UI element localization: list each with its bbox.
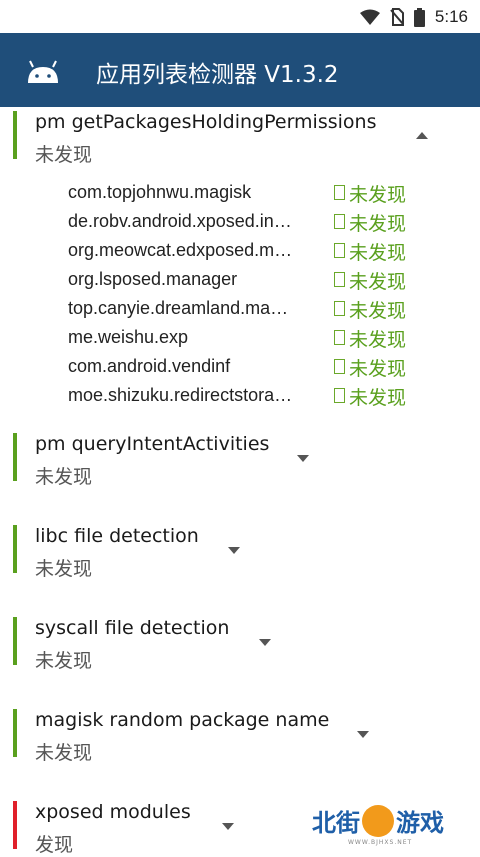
section-title: xposed modules: [35, 801, 191, 823]
section-title: pm queryIntentActivities: [35, 433, 270, 455]
package-status: 未发现: [349, 300, 407, 322]
status-indicator-bar: [13, 617, 17, 665]
missing-glyph-icon: [334, 243, 345, 258]
missing-glyph-icon: [334, 388, 345, 403]
detection-list: pm getPackagesHoldingPermissions 未发现 com…: [0, 107, 480, 856]
section-pm-query-intent[interactable]: pm queryIntentActivities 未发现: [0, 427, 480, 507]
package-row: org.lsposed.manager 未发现: [68, 269, 428, 298]
status-indicator-bar: [13, 709, 17, 757]
section-libc-file[interactable]: libc file detection 未发现: [0, 519, 480, 599]
watermark-logo: 北街 游戏 WWW.BJHXS.NET: [312, 803, 462, 851]
missing-glyph-icon: [334, 330, 345, 345]
package-name: com.android.vendinf: [68, 356, 231, 376]
watermark-emblem-icon: [362, 805, 394, 837]
section-title: magisk random package name: [35, 709, 330, 731]
package-status: 未发现: [349, 271, 407, 293]
watermark-left-text: 北街: [312, 809, 360, 837]
section-title: libc file detection: [35, 525, 199, 547]
wifi-icon: [359, 9, 380, 25]
expand-arrow-icon[interactable]: [228, 547, 240, 554]
missing-glyph-icon: [334, 272, 345, 287]
status-indicator-bar: [13, 111, 17, 159]
package-name: de.robv.android.xposed.in…: [68, 211, 292, 231]
expand-arrow-icon[interactable]: [222, 823, 234, 830]
package-status: 未发现: [349, 387, 407, 409]
package-name: com.topjohnwu.magisk: [68, 182, 252, 202]
package-status: 未发现: [349, 358, 407, 380]
android-icon: [28, 60, 58, 83]
section-title: pm getPackagesHoldingPermissions: [35, 111, 377, 133]
section-status: 未发现: [35, 144, 93, 166]
package-name: org.lsposed.manager: [68, 269, 238, 289]
missing-glyph-icon: [334, 301, 345, 316]
package-row: org.meowcat.edxposed.m… 未发现: [68, 240, 428, 269]
missing-glyph-icon: [334, 214, 345, 229]
section-status: 未发现: [35, 466, 93, 488]
status-time: 5:16: [434, 7, 468, 26]
package-name: moe.shizuku.redirectstora…: [68, 385, 293, 405]
status-bar: 5:16: [0, 0, 480, 33]
package-status: 未发现: [349, 242, 407, 264]
section-pm-get-packages[interactable]: pm getPackagesHoldingPermissions 未发现 com…: [0, 107, 480, 427]
section-status: 未发现: [35, 558, 93, 580]
package-row: me.weishu.exp 未发现: [68, 327, 428, 356]
package-row: top.canyie.dreamland.ma… 未发现: [68, 298, 428, 327]
package-row: de.robv.android.xposed.in… 未发现: [68, 211, 428, 240]
section-status: 未发现: [35, 742, 93, 764]
status-indicator-bar: [13, 433, 17, 481]
status-indicator-bar: [13, 525, 17, 573]
status-icons: 5:16: [359, 6, 468, 28]
collapse-arrow-icon[interactable]: [416, 132, 428, 139]
section-title: syscall file detection: [35, 617, 230, 639]
package-row: moe.shizuku.redirectstora… 未发现: [68, 385, 428, 414]
expand-arrow-icon[interactable]: [357, 731, 369, 738]
section-status: 未发现: [35, 650, 93, 672]
package-name: me.weishu.exp: [68, 327, 189, 347]
section-magisk-random[interactable]: magisk random package name 未发现: [0, 703, 480, 783]
app-bar: 应用列表检测器 V1.3.2: [0, 33, 480, 107]
package-status: 未发现: [349, 184, 407, 206]
watermark-right-text: 游戏: [396, 809, 444, 837]
package-status: 未发现: [349, 329, 407, 351]
status-indicator-bar: [13, 801, 17, 849]
watermark-url: WWW.BJHXS.NET: [348, 839, 413, 846]
package-status: 未发现: [349, 213, 407, 235]
battery-icon: [413, 7, 425, 27]
missing-glyph-icon: [334, 359, 345, 374]
package-row: com.topjohnwu.magisk 未发现: [68, 182, 428, 211]
package-row: com.android.vendinf 未发现: [68, 356, 428, 385]
package-name: top.canyie.dreamland.ma…: [68, 298, 289, 318]
expand-arrow-icon[interactable]: [259, 639, 271, 646]
section-syscall-file[interactable]: syscall file detection 未发现: [0, 611, 480, 691]
package-name: org.meowcat.edxposed.m…: [68, 240, 293, 260]
app-title: 应用列表检测器 V1.3.2: [96, 62, 339, 88]
missing-glyph-icon: [334, 185, 345, 200]
no-sim-icon: [390, 8, 404, 26]
expand-arrow-icon[interactable]: [297, 455, 309, 462]
